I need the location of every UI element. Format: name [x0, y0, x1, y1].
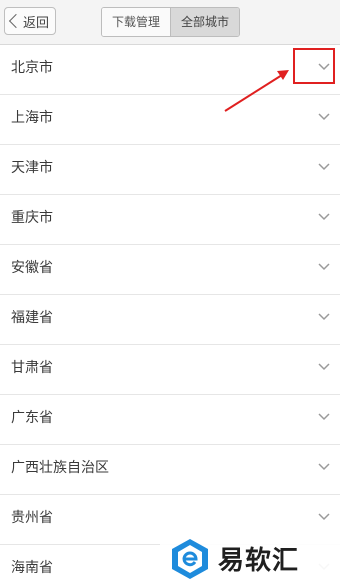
list-item[interactable]: 广东省 [0, 395, 340, 445]
list-item[interactable]: 上海市 [0, 95, 340, 145]
city-list: 北京市 上海市 天津市 重庆市 安徽省 福建省 甘肃省 广东省 广西壮族自治区 … [0, 45, 340, 585]
city-label: 重庆市 [11, 210, 53, 226]
tab-group: 下载管理 全部城市 [101, 7, 240, 37]
list-item[interactable]: 甘肃省 [0, 345, 340, 395]
annotation-highlight-box [293, 48, 335, 84]
city-label: 上海市 [11, 110, 53, 126]
list-item[interactable]: 天津市 [0, 145, 340, 195]
city-label: 广西壮族自治区 [11, 460, 109, 476]
chevron-left-icon [8, 13, 24, 29]
chevron-down-icon[interactable] [318, 211, 330, 221]
city-label: 海南省 [11, 560, 53, 576]
chevron-down-icon[interactable] [318, 111, 330, 121]
list-item[interactable]: 福建省 [0, 295, 340, 345]
city-label: 甘肃省 [11, 360, 53, 376]
chevron-down-icon[interactable] [318, 161, 330, 171]
chevron-down-icon[interactable] [318, 311, 330, 321]
tab-all-cities[interactable]: 全部城市 [170, 8, 239, 36]
back-label: 返回 [23, 15, 50, 31]
chevron-down-icon[interactable] [318, 411, 330, 421]
top-bar: 返回 下载管理 全部城市 [0, 0, 340, 45]
list-item[interactable]: 重庆市 [0, 195, 340, 245]
chevron-down-icon[interactable] [318, 511, 330, 521]
chevron-down-icon[interactable] [318, 461, 330, 471]
chevron-down-icon[interactable] [318, 361, 330, 371]
city-label: 北京市 [11, 60, 53, 76]
watermark: 易软汇 [160, 532, 340, 585]
city-label: 安徽省 [11, 260, 53, 276]
city-label: 天津市 [11, 160, 53, 176]
watermark-logo-icon [172, 538, 208, 579]
chevron-down-icon[interactable] [318, 261, 330, 271]
screen: 返回 下载管理 全部城市 北京市 上海市 天津市 重庆市 安徽省 福建省 甘肃省… [0, 0, 340, 585]
city-label: 广东省 [11, 410, 53, 426]
list-item[interactable]: 北京市 [0, 45, 340, 95]
list-item[interactable]: 安徽省 [0, 245, 340, 295]
city-label: 贵州省 [11, 510, 53, 526]
list-item[interactable]: 广西壮族自治区 [0, 445, 340, 495]
watermark-text: 易软汇 [218, 546, 300, 576]
back-button[interactable]: 返回 [4, 7, 56, 35]
city-label: 福建省 [11, 310, 53, 326]
tab-download-manager[interactable]: 下载管理 [102, 8, 170, 36]
